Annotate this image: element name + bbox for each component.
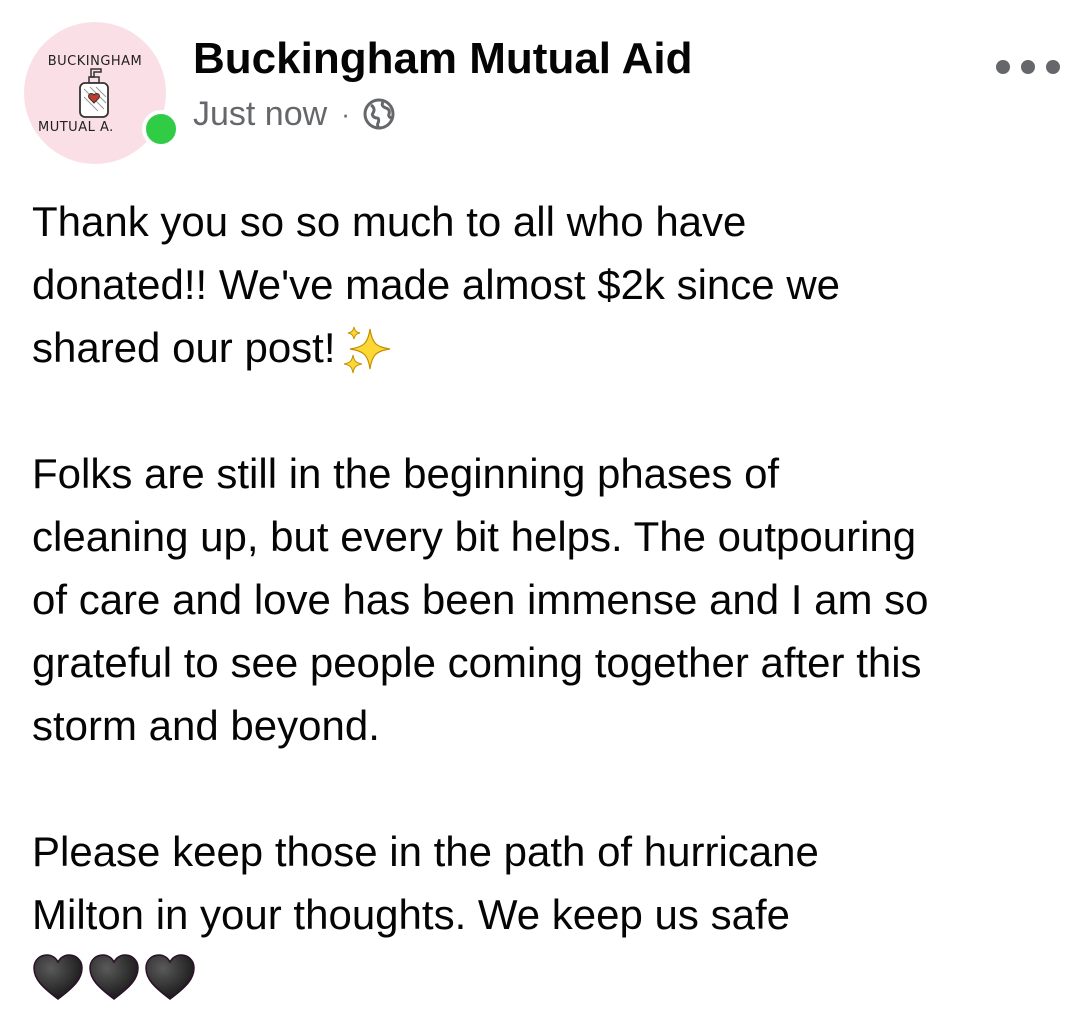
sparkles-icon bbox=[343, 326, 390, 373]
text-line: Folks are still in the beginning phases … bbox=[32, 450, 780, 497]
paragraph-update: Folks are still in the beginning phases … bbox=[32, 442, 1072, 757]
post-timestamp[interactable]: Just now bbox=[193, 95, 327, 134]
more-dot bbox=[996, 60, 1010, 74]
text-line: Please keep those in the path of hurrica… bbox=[32, 828, 819, 875]
text-line: storm and beyond. bbox=[32, 702, 380, 749]
online-status-indicator bbox=[142, 110, 180, 148]
black-heart-icon bbox=[33, 953, 83, 1000]
emoji-row bbox=[32, 946, 1072, 1009]
avatar-text-bottom: MUTUAL A. bbox=[38, 120, 114, 135]
more-options-icon[interactable] bbox=[996, 52, 1060, 82]
post-card: BUCKINGHAM MUTUAL A. Buckingham Mutual A… bbox=[0, 0, 1080, 1021]
more-dot bbox=[1021, 60, 1035, 74]
more-dot bbox=[1046, 60, 1060, 74]
paragraph-thanks: Thank you so so much to all who have don… bbox=[32, 190, 1072, 379]
text-line: Milton in your thoughts. We keep us safe bbox=[32, 891, 790, 938]
black-heart-icon bbox=[145, 953, 195, 1000]
text-line-with-emoji: shared our post! bbox=[32, 316, 1072, 379]
text-line: grateful to see people coming together a… bbox=[32, 639, 922, 686]
paragraph-hurricane: Please keep those in the path of hurrica… bbox=[32, 820, 1072, 1009]
post-meta: Just now · bbox=[193, 93, 396, 135]
soap-bottle-logo-icon bbox=[79, 68, 109, 118]
globe-icon[interactable] bbox=[362, 97, 396, 131]
page-name-link[interactable]: Buckingham Mutual Aid bbox=[193, 34, 693, 84]
text-line: donated!! We've made almost $2k since we bbox=[32, 261, 841, 308]
post-body: Thank you so so much to all who have don… bbox=[32, 190, 1072, 1009]
black-heart-icon bbox=[89, 953, 139, 1000]
text-line: shared our post! bbox=[32, 324, 336, 371]
text-line: Thank you so so much to all who have bbox=[32, 198, 747, 245]
text-line: of care and love has been immense and I … bbox=[32, 576, 929, 623]
text-line: cleaning up, but every bit helps. The ou… bbox=[32, 513, 917, 560]
avatar[interactable]: BUCKINGHAM MUTUAL A. bbox=[24, 22, 166, 164]
meta-separator: · bbox=[341, 98, 350, 129]
